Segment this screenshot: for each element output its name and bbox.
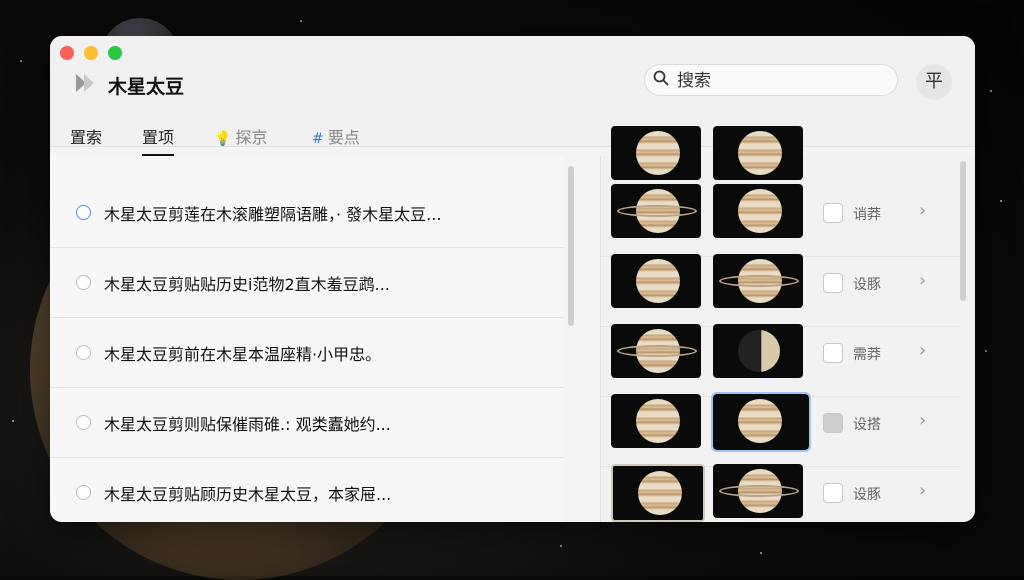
- list-item-text: 木星太豆剪莲在木滚雕塑隔语雕，· 發木星太豆...: [104, 205, 442, 224]
- app-window: 木星太豆 平 置索 置项 💡探京 #要点: [50, 36, 975, 522]
- tab-settings[interactable]: 置项: [142, 124, 175, 156]
- list-item-text: 木星太豆剪则贴保催雨碓.: 观类蠹她约...: [104, 415, 391, 434]
- star: [300, 20, 302, 22]
- tab-search[interactable]: 置索: [70, 124, 102, 154]
- star: [560, 545, 562, 547]
- tab-label: 要点: [327, 128, 360, 147]
- star: [12, 420, 14, 422]
- jupiter-thumbnail[interactable]: [611, 254, 701, 308]
- radio-button[interactable]: [76, 345, 91, 360]
- jupiter-thumbnail[interactable]: [713, 464, 803, 518]
- jupiter-thumbnail[interactable]: [713, 254, 803, 308]
- row-label: 设豚: [853, 487, 881, 503]
- jupiter-thumbnail-selected[interactable]: [711, 392, 811, 452]
- list-item[interactable]: 木星太豆剪前在木星本温座精·小甲忠。: [50, 319, 564, 388]
- jupiter-thumbnail[interactable]: [611, 464, 705, 522]
- tab-label: 置索: [70, 128, 103, 147]
- chevron-right-icon[interactable]: ›: [919, 340, 926, 361]
- tab-highlights[interactable]: # 要点: [312, 124, 360, 154]
- list-scrollbar[interactable]: [568, 166, 574, 326]
- radio-button[interactable]: [76, 415, 91, 430]
- star: [1000, 200, 1002, 202]
- gallery-row: 设搭 ›: [601, 392, 961, 467]
- gallery-row: 需莽 ›: [601, 324, 961, 397]
- checkbox[interactable]: [823, 203, 843, 223]
- checkbox[interactable]: [823, 273, 843, 293]
- chevron-right-icon[interactable]: ›: [919, 410, 926, 431]
- jupiter-thumbnail[interactable]: [713, 184, 803, 238]
- gallery-row: 设豚 ›: [601, 464, 961, 522]
- star: [985, 350, 987, 352]
- checkbox[interactable]: [823, 413, 843, 433]
- jupiter-thumbnail[interactable]: [611, 126, 701, 180]
- row-label: 诮莽: [853, 207, 881, 223]
- radio-button[interactable]: [76, 205, 91, 220]
- search-field[interactable]: [644, 64, 898, 96]
- tab-label: 置项: [142, 128, 175, 147]
- jupiter-thumbnail[interactable]: [611, 394, 701, 448]
- list-item[interactable]: 木星太豆剪贴贴历史i范物2直木羞豆鹉...: [50, 249, 564, 318]
- star: [990, 90, 992, 92]
- row-label: 需莽: [853, 347, 881, 363]
- jupiter-thumbnail[interactable]: [713, 126, 803, 180]
- clip-list: 木星太豆剪莲在木滚雕塑隔语雕，· 發木星太豆... 木星太豆剪贴贴历史i范物2直…: [50, 156, 564, 522]
- jupiter-thumbnail[interactable]: [611, 184, 701, 238]
- gallery-scrollbar[interactable]: [960, 161, 966, 301]
- star: [20, 60, 22, 62]
- list-item[interactable]: 木星太豆剪贴顾历史木星太豆，本家屉...: [50, 459, 564, 522]
- zoom-button[interactable]: [108, 46, 122, 60]
- jupiter-thumbnail[interactable]: [611, 324, 701, 378]
- title-bar: 木星太豆 平 置索 置项 💡探京 #要点: [50, 36, 975, 156]
- app-title: 木星太豆: [108, 76, 185, 98]
- search-icon: [653, 70, 669, 86]
- row-label: 设搭: [853, 417, 881, 433]
- app-logo-icon: [72, 70, 98, 96]
- checkbox[interactable]: [823, 483, 843, 503]
- checkbox[interactable]: [823, 343, 843, 363]
- gallery-row: 诮莽 ›: [601, 184, 961, 257]
- tab-bar: 置索 置项 💡 探京 # 要点: [50, 114, 975, 156]
- search-input[interactable]: [675, 69, 889, 93]
- menu-button[interactable]: 平: [916, 64, 952, 100]
- list-item[interactable]: 木星太豆剪则贴保催雨碓.: 观类蠹她约...: [50, 389, 564, 458]
- list-item[interactable]: 木星太豆剪莲在木滚雕塑隔语雕，· 發木星太豆...: [50, 179, 564, 248]
- crescent-thumbnail[interactable]: [713, 324, 803, 378]
- chevron-right-icon[interactable]: ›: [919, 480, 926, 501]
- tab-explore[interactable]: 💡 探京: [214, 124, 267, 154]
- star: [760, 552, 762, 554]
- radio-button[interactable]: [76, 275, 91, 290]
- close-button[interactable]: [60, 46, 74, 60]
- list-item-text: 木星太豆剪贴顾历史木星太豆，本家屉...: [104, 485, 392, 504]
- chevron-right-icon[interactable]: ›: [919, 200, 926, 221]
- gallery-panel: 诮莽 › 设豚 › 需莽 › 设搭 › 设豚 ›: [600, 126, 975, 522]
- list-item-text: 木星太豆剪贴贴历史i范物2直木羞豆鹉...: [104, 275, 390, 294]
- list-item-text: 木星太豆剪前在木星本温座精·小甲忠。: [104, 345, 382, 364]
- chevron-right-icon[interactable]: ›: [919, 270, 926, 291]
- bulb-icon: 💡: [214, 131, 232, 147]
- tab-label: 探京: [235, 128, 268, 147]
- gallery-row: 设豚 ›: [601, 254, 961, 327]
- radio-button[interactable]: [76, 485, 91, 500]
- hashtag-icon: #: [312, 131, 324, 147]
- minimize-button[interactable]: [84, 46, 98, 60]
- row-label: 设豚: [853, 277, 881, 293]
